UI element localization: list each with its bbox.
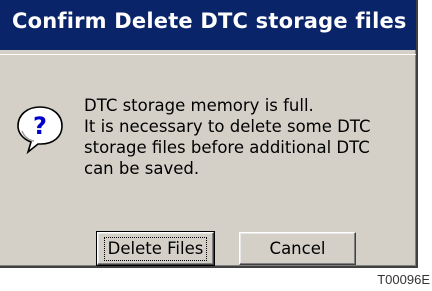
cancel-label: Cancel [269, 239, 326, 258]
delete-files-button[interactable]: Delete Files [96, 231, 215, 266]
message-line: storage files before additional DTC [84, 138, 370, 157]
message-line: can be saved. [84, 159, 200, 178]
delete-files-label: Delete Files [103, 236, 208, 261]
confirm-delete-dialog: Confirm Delete DTC storage files ? DTC s… [0, 0, 418, 268]
cancel-button[interactable]: Cancel [239, 232, 356, 265]
question-icon: ? [17, 106, 63, 155]
svg-text:?: ? [33, 112, 47, 140]
dialog-titlebar[interactable]: Confirm Delete DTC storage files [0, 0, 416, 50]
dialog-title: Confirm Delete DTC storage files [12, 9, 407, 33]
figure-code: T00096E [377, 272, 430, 287]
message-line: It is necessary to delete some DTC [84, 117, 371, 136]
dialog-message: DTC storage memory is full. It is necess… [84, 95, 404, 179]
message-line: DTC storage memory is full. [84, 96, 314, 115]
